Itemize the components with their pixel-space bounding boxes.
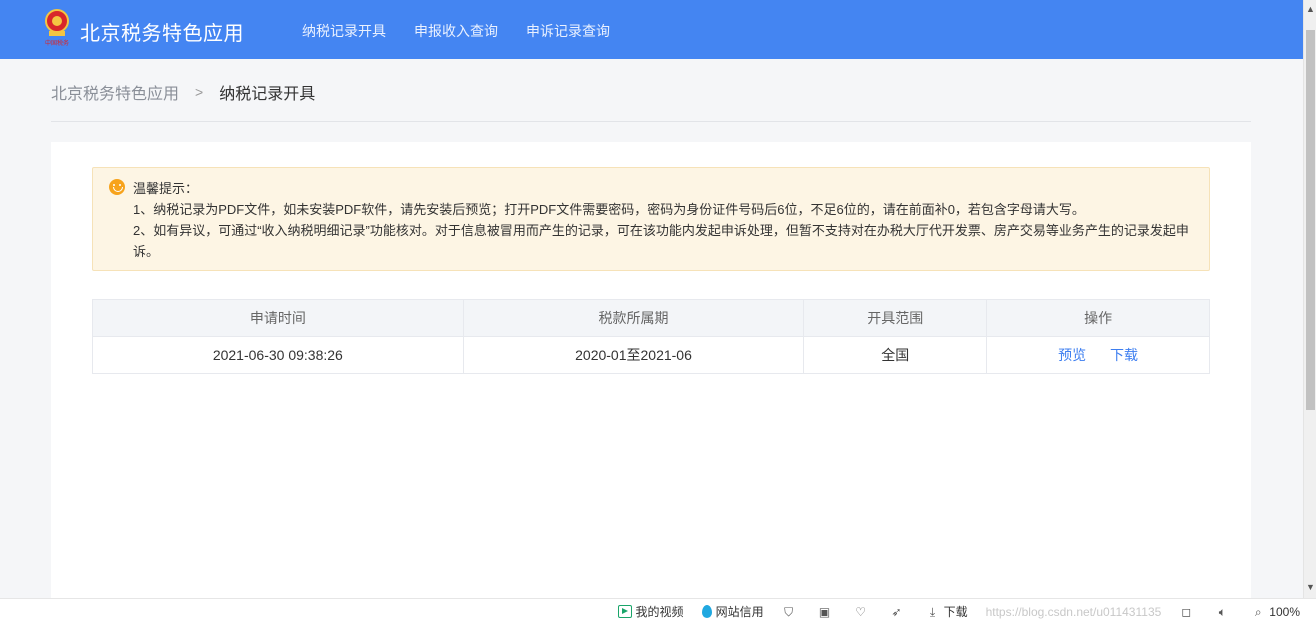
my-video-button[interactable]: 我的视频 bbox=[617, 603, 684, 620]
col-header-scope: 开具范围 bbox=[803, 299, 988, 337]
tax-emblem-logo[interactable]: 中国税务 bbox=[40, 8, 74, 48]
health-button[interactable]: ♡ bbox=[854, 605, 872, 619]
zoom-level: 100% bbox=[1269, 604, 1300, 619]
shield-icon: ⛉ bbox=[784, 604, 794, 619]
download-button[interactable]: ⤓ 下载 bbox=[926, 603, 968, 620]
notice-title: 温馨提示： bbox=[133, 181, 199, 196]
col-header-time: 申请时间 bbox=[92, 299, 464, 337]
video-play-icon bbox=[617, 605, 632, 618]
download-arrow-icon: ⤓ bbox=[929, 604, 936, 619]
nav-income-query[interactable]: 申报收入查询 bbox=[414, 21, 498, 41]
notice-line-1: 1、纳税记录为PDF文件，如未安装PDF软件，请先安装后预览；打开PDF文件需要… bbox=[133, 202, 1085, 217]
breadcrumb: 北京税务特色应用 > 纳税记录开具 bbox=[51, 80, 315, 104]
top-nav: 纳税记录开具 申报收入查询 申诉记录查询 bbox=[302, 21, 610, 41]
scroll-thumb[interactable] bbox=[1306, 30, 1315, 410]
scroll-up-icon[interactable]: ▲ bbox=[1306, 4, 1315, 14]
page-scrollbar[interactable]: ▲ ▼ bbox=[1303, 0, 1316, 598]
cell-time: 2021-06-30 09:38:26 bbox=[92, 336, 464, 374]
cell-period: 2020-01至2021-06 bbox=[462, 336, 805, 374]
my-video-label: 我的视频 bbox=[635, 605, 684, 619]
cell-action: 预览 下载 bbox=[986, 336, 1210, 374]
logo-text: 中国税务 bbox=[45, 39, 69, 47]
smile-icon bbox=[109, 179, 125, 195]
table-row: 2021-06-30 09:38:26 2020-01至2021-06 全国 预… bbox=[92, 336, 1210, 374]
window-icon: ◻ bbox=[1181, 604, 1192, 619]
image-icon: ▣ bbox=[818, 604, 831, 619]
speaker-icon: 🔈︎ bbox=[1218, 604, 1226, 619]
breadcrumb-divider bbox=[51, 121, 1251, 122]
watermark-text: https://blog.csdn.net/u011431135 bbox=[986, 605, 1162, 619]
table-header-row: 申请时间 税款所属期 开具范围 操作 bbox=[92, 299, 1210, 337]
screenshot-button[interactable]: ▣ bbox=[818, 605, 836, 619]
breadcrumb-root[interactable]: 北京税务特色应用 bbox=[51, 80, 179, 104]
browser-status-bar: 我的视频 网站信用 ⛉ ▣ ♡ ➶ ⤓ 下载 https://blog.csdn… bbox=[0, 598, 1316, 624]
site-credit-button[interactable]: 网站信用 bbox=[701, 603, 764, 620]
scroll-down-icon[interactable]: ▼ bbox=[1306, 582, 1315, 592]
breadcrumb-current: 纳税记录开具 bbox=[219, 86, 316, 103]
download-label: 下载 bbox=[943, 605, 968, 619]
notice-line-2: 2、如有异议，可通过“收入纳税明细记录”功能核对。对于信息被冒用而产生的记录，可… bbox=[133, 223, 1189, 259]
main-card: 温馨提示： 1、纳税记录为PDF文件，如未安装PDF软件，请先安装后预览；打开P… bbox=[51, 142, 1251, 624]
download-link[interactable]: 下载 bbox=[1110, 347, 1138, 363]
record-table: 申请时间 税款所属期 开具范围 操作 2021-06-30 09:38:26 2… bbox=[92, 299, 1210, 374]
water-drop-icon bbox=[701, 605, 712, 618]
speedup-button[interactable]: ➶ bbox=[890, 605, 908, 619]
notice-box: 温馨提示： 1、纳税记录为PDF文件，如未安装PDF软件，请先安装后预览；打开P… bbox=[92, 167, 1210, 271]
watermark-url: https://blog.csdn.net/u011431135 bbox=[985, 604, 1162, 619]
col-header-action: 操作 bbox=[986, 299, 1210, 337]
site-credit-label: 网站信用 bbox=[715, 605, 764, 619]
col-header-period: 税款所属期 bbox=[462, 299, 805, 337]
brand-title: 北京税务特色应用 bbox=[80, 23, 244, 45]
preview-link[interactable]: 预览 bbox=[1058, 347, 1086, 363]
chevron-right-icon: > bbox=[195, 84, 204, 100]
zoom-icon: ⌕ bbox=[1254, 604, 1262, 619]
cell-scope: 全国 bbox=[803, 336, 988, 374]
zoom-control[interactable]: ⌕ 100% bbox=[1251, 605, 1300, 619]
sound-button[interactable]: 🔈︎ bbox=[1215, 605, 1233, 619]
top-header: 中国税务 北京税务特色应用 纳税记录开具 申报收入查询 申诉记录查询 bbox=[0, 0, 1303, 59]
window-button[interactable]: ◻ bbox=[1179, 605, 1197, 619]
nav-appeal-query[interactable]: 申诉记录查询 bbox=[526, 21, 610, 41]
shield-button[interactable]: ⛉ bbox=[782, 605, 800, 619]
nav-tax-record[interactable]: 纳税记录开具 bbox=[302, 21, 386, 41]
heart-icon: ♡ bbox=[855, 604, 866, 619]
rocket-icon: ➶ bbox=[891, 604, 902, 619]
